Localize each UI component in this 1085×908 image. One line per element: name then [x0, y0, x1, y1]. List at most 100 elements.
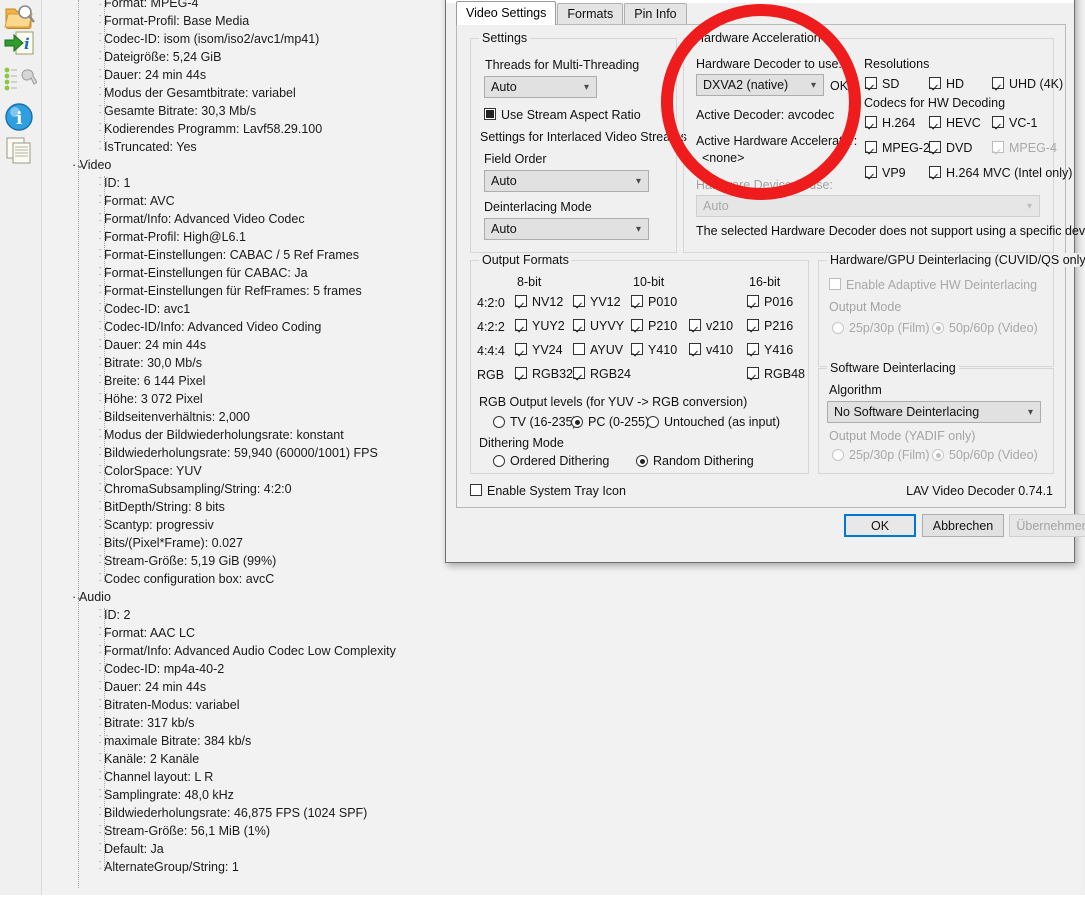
tree-item[interactable]: ⸬ Kanäle: 2 Kanäle [42, 750, 504, 768]
output-format-yv24-checkbox[interactable]: YV24 [515, 343, 563, 358]
tree-item[interactable]: ⸬ Breite: 6 144 Pixel [42, 372, 504, 390]
tree-item[interactable]: ⸬ Modus der Gesamtbitrate: variabel [42, 84, 504, 102]
dithering-random-radio[interactable]: Random Dithering [636, 455, 754, 469]
info-circle-icon[interactable]: i [3, 101, 37, 135]
dithering-ordered-radio[interactable]: Ordered Dithering [493, 455, 609, 469]
resolution-uhd-checkbox[interactable]: UHD (4K) [992, 77, 1063, 92]
tree-item-label: Gesamte Bitrate: 30,3 Mb/s [104, 104, 257, 118]
rgb-level-untouched-radio[interactable]: Untouched (as input) [647, 416, 780, 430]
tree-item[interactable]: ⸬ Bitrate: 317 kb/s [42, 714, 504, 732]
codec-mpeg2-checkbox[interactable]: MPEG-2 [865, 141, 930, 156]
cancel-button[interactable]: Abbrechen [922, 514, 1004, 537]
tab-formats[interactable]: Formats [557, 3, 624, 25]
output-format-p216-checkbox[interactable]: P216 [747, 319, 793, 334]
enable-system-tray-icon-checkbox[interactable]: Enable System Tray Icon [470, 484, 626, 499]
codec-vp9-checkbox[interactable]: VP9 [865, 166, 906, 181]
tree-item[interactable]: ⸬ Kodierendes Programm: Lavf58.29.100 [42, 120, 504, 138]
tree-item[interactable]: ⸬ Default: Ja [42, 840, 504, 858]
tree-item[interactable]: ⸬ Codec-ID/Info: Advanced Video Coding [42, 318, 504, 336]
chevron-down-icon[interactable]: ⌄ [74, 588, 86, 606]
tree-item[interactable]: ⸬ maximale Bitrate: 384 kb/s [42, 732, 504, 750]
tree-item[interactable]: ⸬ ChromaSubsampling/String: 4:2:0 [42, 480, 504, 498]
tree-item[interactable]: ⸬ Scantyp: progressiv [42, 516, 504, 534]
tree-item[interactable]: ⸬ Format/Info: Advanced Video Codec [42, 210, 504, 228]
tree-item[interactable]: ⸬ Channel layout: L R [42, 768, 504, 786]
tree-item[interactable]: ⸬ Dateigröße: 5,24 GiB [42, 48, 504, 66]
tree-item[interactable]: ⸬ Format-Profil: Base Media [42, 12, 504, 30]
tree-item[interactable]: ⸬ BitDepth/String: 8 bits [42, 498, 504, 516]
codec-h264mvc-checkbox[interactable]: H.264 MVC (Intel only) [929, 166, 1072, 181]
copy-document-icon[interactable] [3, 135, 37, 169]
output-format-nv12-checkbox[interactable]: NV12 [515, 295, 563, 310]
tree-item[interactable]: ⸬ AlternateGroup/String: 1 [42, 858, 504, 876]
tree-item[interactable]: ⸬ Dauer: 24 min 44s [42, 336, 504, 354]
tree-item[interactable]: ⸬ Bits/(Pixel*Frame): 0.027 [42, 534, 504, 552]
tree-item[interactable]: ⸬ Format/Info: Advanced Audio Codec Low C… [42, 642, 504, 660]
tree-item[interactable]: ⸬ Bildwiederholungsrate: 46,875 FPS (1024… [42, 804, 504, 822]
tree-item[interactable]: ⸬ Codec-ID: avc1 [42, 300, 504, 318]
output-format-y416-checkbox[interactable]: Y416 [747, 343, 793, 358]
tree-item[interactable]: ⸬ Gesamte Bitrate: 30,3 Mb/s [42, 102, 504, 120]
tree-item[interactable]: ⸬ Format-Einstellungen für RefFrames: 5 f… [42, 282, 504, 300]
deinterlacing-mode-combobox[interactable]: Auto ▾ [484, 218, 649, 240]
tree-item[interactable]: ⸬ ID: 1 [42, 174, 504, 192]
tree-item[interactable]: ⸬ Dauer: 24 min 44s [42, 66, 504, 84]
threads-combobox[interactable]: Auto ▾ [484, 76, 597, 98]
tree-group-video[interactable]: ⌄ · Video [42, 156, 472, 174]
codec-vc1-checkbox[interactable]: VC-1 [992, 116, 1037, 131]
tree-item[interactable]: ⸬ Format: AAC LC [42, 624, 504, 642]
tree-item[interactable]: ⸬ Format-Einstellungen: CABAC / 5 Ref Fra… [42, 246, 504, 264]
field-order-combobox[interactable]: Auto ▾ [484, 170, 649, 192]
tree-item[interactable]: ⸬ Höhe: 3 072 Pixel [42, 390, 504, 408]
tree-item[interactable]: ⸬ Format-Einstellungen für CABAC: Ja [42, 264, 504, 282]
sw-deint-algorithm-combobox[interactable]: No Software Deinterlacing ▾ [827, 401, 1041, 423]
codec-dvd-checkbox[interactable]: DVD [929, 141, 972, 156]
tab-video-settings[interactable]: Video Settings [456, 1, 557, 25]
resolution-sd-checkbox[interactable]: SD [865, 77, 899, 92]
output-format-p016-checkbox[interactable]: P016 [747, 295, 793, 310]
output-format-rgb24-checkbox[interactable]: RGB24 [573, 367, 631, 382]
chevron-down-icon[interactable]: ⌄ [74, 156, 86, 174]
hw-decoder-combobox[interactable]: DXVA2 (native) ▾ [696, 74, 824, 96]
output-format-p010-checkbox[interactable]: P010 [631, 295, 677, 310]
output-format-yv12-checkbox[interactable]: YV12 [573, 295, 621, 310]
tree-item[interactable]: ⸬ ColorSpace: YUV [42, 462, 504, 480]
tree-item[interactable]: ⸬ Samplingrate: 48,0 kHz [42, 786, 504, 804]
tools-wrench-icon[interactable] [3, 64, 38, 98]
output-format-uyvy-checkbox[interactable]: UYVY [573, 319, 624, 334]
output-format-rgb48-checkbox[interactable]: RGB48 [747, 367, 805, 382]
tree-item[interactable]: ⸬ Format: MPEG-4 [42, 0, 504, 12]
tree-item[interactable]: ⸬ IsTruncated: Yes [42, 138, 504, 156]
tab-pin-info[interactable]: Pin Info [624, 3, 687, 25]
output-format-ayuv-checkbox[interactable]: AYUV [573, 343, 623, 358]
output-format-v410-checkbox[interactable]: v410 [689, 343, 733, 358]
tree-item[interactable]: ⸬ Format-Profil: High@L6.1 [42, 228, 504, 246]
output-format-p210-checkbox[interactable]: P210 [631, 319, 677, 334]
tree-item[interactable]: ⸬ ID: 2 [42, 606, 504, 624]
tree-item[interactable]: ⸬ Bitraten-Modus: variabel [42, 696, 504, 714]
tree-item[interactable]: ⸬ Stream-Größe: 56,1 MiB (1%) [42, 822, 504, 840]
output-format-y410-checkbox[interactable]: Y410 [631, 343, 677, 358]
ok-button[interactable]: OK [844, 514, 916, 537]
tree-item[interactable]: ⸬ Codec-ID: isom (isom/iso2/avc1/mp41) [42, 30, 504, 48]
tree-group-audio[interactable]: ⌄ · Audio [42, 588, 472, 606]
use-stream-aspect-ratio-checkbox[interactable]: Use Stream Aspect Ratio [484, 108, 641, 123]
import-info-icon[interactable]: i [3, 27, 37, 61]
tree-item[interactable]: ⸬ Codec configuration box: avcC [42, 570, 504, 588]
tree-item[interactable]: ⸬ Bildseitenverhältnis: 2,000 [42, 408, 504, 426]
output-format-rgb32-checkbox[interactable]: RGB32 [515, 367, 573, 382]
output-format-v210-checkbox[interactable]: v210 [689, 319, 733, 334]
rgb-level-tv-radio[interactable]: TV (16-235) [493, 416, 577, 430]
tree-item[interactable]: ⸬ Codec-ID: mp4a-40-2 [42, 660, 504, 678]
codec-h264-checkbox[interactable]: H.264 [865, 116, 915, 131]
rgb-level-pc-radio[interactable]: PC (0-255) [571, 416, 649, 430]
tree-item[interactable]: ⸬ Format: AVC [42, 192, 504, 210]
tree-item[interactable]: ⸬ Stream-Größe: 5,19 GiB (99%) [42, 552, 504, 570]
output-format-yuy2-checkbox[interactable]: YUY2 [515, 319, 565, 334]
resolution-hd-checkbox[interactable]: HD [929, 77, 964, 92]
tree-item[interactable]: ⸬ Modus der Bildwiederholungsrate: konsta… [42, 426, 504, 444]
tree-item[interactable]: ⸬ Dauer: 24 min 44s [42, 678, 504, 696]
tree-item[interactable]: ⸬ Bitrate: 30,0 Mb/s [42, 354, 504, 372]
codec-hevc-checkbox[interactable]: HEVC [929, 116, 981, 131]
tree-item[interactable]: ⸬ Bildwiederholungsrate: 59,940 (60000/10… [42, 444, 504, 462]
